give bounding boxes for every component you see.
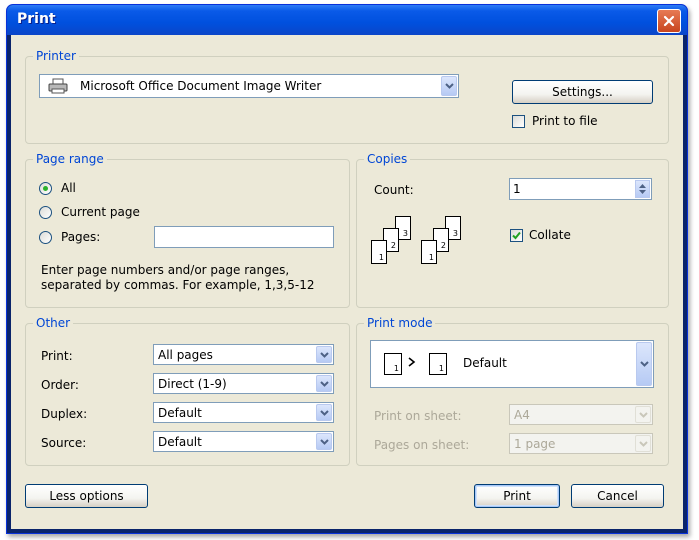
pages-input[interactable]: [154, 226, 334, 248]
title-bar[interactable]: Print: [7, 5, 687, 35]
count-spinner[interactable]: 1: [509, 178, 652, 200]
print-mode-dropdown[interactable]: [636, 342, 652, 386]
print-select[interactable]: All pages: [153, 344, 334, 365]
print-label: Print:: [41, 349, 73, 363]
pages-on-sheet-dropdown[interactable]: [635, 435, 651, 452]
copies-group: Copies Count: 1 3 2 1 3 2 1 Collate: [356, 152, 669, 308]
print-dialog: Print Printer Microsoft Office Document …: [6, 4, 688, 534]
print-button[interactable]: Print: [474, 484, 560, 508]
print-mode-select[interactable]: 1 1 Default: [370, 340, 654, 388]
page-range-hint-line2: separated by commas. For example, 1,3,5-…: [41, 278, 315, 292]
settings-button[interactable]: Settings...: [512, 80, 653, 104]
less-options-label: Less options: [49, 489, 124, 503]
print-to-file-checkbox[interactable]: [512, 115, 525, 128]
duplex-select[interactable]: Default: [153, 402, 334, 423]
printer-group-label: Printer: [33, 49, 79, 63]
duplex-select-dropdown[interactable]: [316, 404, 332, 421]
other-group: Other Print: All pages Order: Direct (1-…: [25, 316, 350, 466]
chevron-down-icon: [638, 440, 648, 447]
spin-up-down-icon: [639, 184, 646, 194]
window-title: Print: [17, 11, 56, 27]
collate-page-1b: 1: [421, 240, 437, 264]
copies-group-label: Copies: [364, 152, 411, 166]
source-select-dropdown[interactable]: [316, 433, 332, 450]
duplex-label: Duplex:: [41, 407, 88, 421]
source-label: Source:: [41, 436, 87, 450]
chevron-down-icon: [319, 351, 329, 358]
less-options-button[interactable]: Less options: [25, 484, 148, 508]
dialog-body: Printer Microsoft Office Document Image …: [11, 35, 683, 529]
printer-group: Printer Microsoft Office Document Image …: [25, 49, 669, 144]
print-mode-source-page: 1: [384, 353, 402, 375]
cancel-button-label: Cancel: [597, 489, 638, 503]
print-mode-group-label: Print mode: [364, 316, 436, 330]
collate-checkbox[interactable]: [510, 229, 523, 242]
print-mode-target-page: 1: [429, 353, 447, 375]
cancel-button[interactable]: Cancel: [571, 484, 664, 508]
printer-icon: [48, 78, 68, 94]
collate-illustration: 3 2 1 3 2 1: [371, 214, 471, 284]
order-select[interactable]: Direct (1-9): [153, 373, 334, 394]
page-range-hint-line1: Enter page numbers and/or page ranges,: [41, 263, 290, 277]
count-value: 1: [513, 182, 521, 196]
pages-on-sheet-value: 1 page: [514, 437, 556, 451]
collate-page-1a: 1: [371, 240, 387, 264]
page-range-group: Page range All Current page Pages: Enter…: [25, 152, 350, 308]
print-mode-value: Default: [463, 356, 507, 370]
chevron-down-icon: [319, 409, 329, 416]
count-spin-buttons[interactable]: [635, 180, 650, 198]
source-select-value: Default: [158, 435, 202, 449]
close-icon: [663, 15, 675, 27]
other-group-label: Other: [33, 316, 74, 330]
chevron-down-icon: [638, 411, 648, 418]
current-page-radio[interactable]: [39, 206, 52, 219]
print-on-sheet-select[interactable]: A4: [509, 404, 653, 425]
duplex-select-value: Default: [158, 406, 202, 420]
arrow-right-icon: [408, 357, 416, 367]
page-range-group-label: Page range: [33, 152, 107, 166]
close-button[interactable]: [657, 9, 681, 33]
print-on-sheet-label: Print on sheet:: [374, 409, 462, 423]
print-on-sheet-dropdown[interactable]: [635, 406, 651, 423]
settings-button-label: Settings...: [552, 85, 613, 99]
order-label: Order:: [41, 378, 79, 392]
printer-select[interactable]: Microsoft Office Document Image Writer: [39, 74, 459, 98]
print-select-dropdown[interactable]: [316, 346, 332, 363]
print-to-file-label[interactable]: Print to file: [532, 114, 598, 128]
all-pages-label[interactable]: All: [61, 181, 76, 195]
all-pages-radio[interactable]: [39, 182, 52, 195]
printer-select-dropdown[interactable]: [441, 76, 457, 96]
chevron-down-icon: [639, 361, 649, 367]
print-mode-group: Print mode 1 1 Default Print on sheet: A…: [356, 316, 669, 466]
collate-label[interactable]: Collate: [529, 228, 571, 242]
print-select-value: All pages: [158, 348, 213, 362]
chevron-down-icon: [319, 380, 329, 387]
radio-selected-dot: [43, 186, 48, 191]
order-select-value: Direct (1-9): [158, 377, 227, 391]
chevron-down-icon: [319, 438, 329, 445]
checkmark-icon: [512, 231, 521, 240]
pages-on-sheet-select[interactable]: 1 page: [509, 433, 653, 454]
print-button-label: Print: [503, 489, 531, 503]
pages-label[interactable]: Pages:: [61, 230, 100, 244]
printer-select-value: Microsoft Office Document Image Writer: [80, 79, 322, 93]
current-page-label[interactable]: Current page: [61, 205, 140, 219]
source-select[interactable]: Default: [153, 431, 334, 452]
count-label: Count:: [374, 183, 414, 197]
chevron-down-icon: [444, 83, 454, 89]
print-on-sheet-value: A4: [514, 408, 530, 422]
order-select-dropdown[interactable]: [316, 375, 332, 392]
pages-on-sheet-label: Pages on sheet:: [374, 438, 470, 452]
pages-radio[interactable]: [39, 231, 52, 244]
